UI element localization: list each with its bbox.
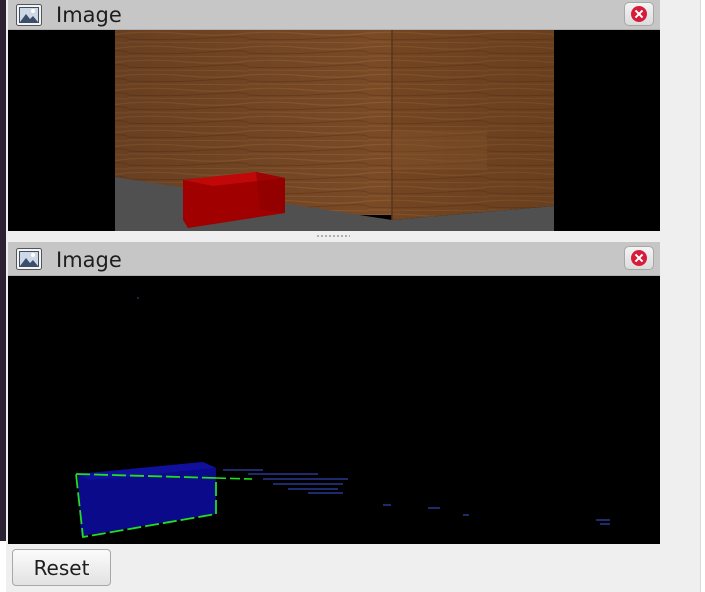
close-button[interactable] (624, 246, 654, 270)
window-edge (700, 0, 705, 592)
image-view-processed (8, 276, 660, 544)
close-icon (631, 250, 647, 266)
image-icon (16, 4, 42, 26)
camera-image (8, 30, 660, 231)
panel-title: Image (56, 248, 122, 272)
close-icon (631, 6, 647, 22)
panel-titlebar: Image (8, 0, 660, 30)
image-view-raw (8, 30, 660, 231)
close-button[interactable] (624, 2, 654, 26)
image-panel-raw: Image (8, 0, 660, 231)
reset-button[interactable]: Reset (12, 549, 111, 586)
image-viewer-app: Image Image Reset (6, 0, 700, 592)
panel-titlebar: Image (8, 242, 660, 276)
splitter-grip[interactable] (316, 235, 350, 237)
image-icon (16, 248, 42, 270)
depth-image (8, 276, 660, 544)
panel-splitter[interactable] (6, 232, 658, 242)
image-panel-processed: Image (8, 242, 660, 544)
panel-title: Image (56, 3, 122, 27)
